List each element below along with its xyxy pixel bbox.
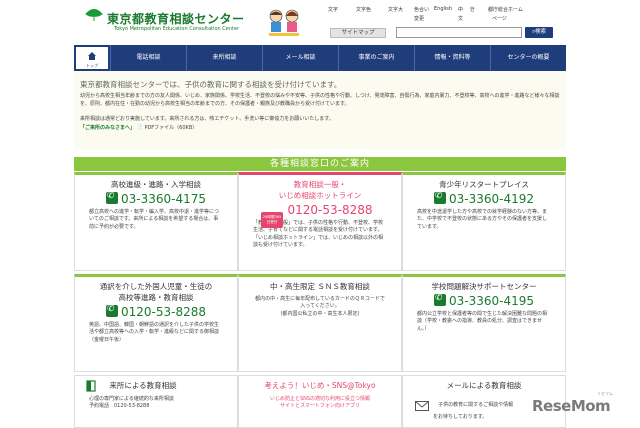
nav-phone-consult[interactable]: 電話相談 (110, 45, 186, 71)
kids-mascot-icon (269, 9, 299, 36)
card-ijime-sns-tokyo[interactable]: 考えよう！いじめ・SNS@Tokyo いじめ防止とSNSの適切な利用に役立つ情報… (238, 375, 402, 428)
card-title: 青少年リスタートプレイス (439, 180, 529, 189)
watermark-small: リセマム (597, 391, 613, 396)
phone-number: 03-3360-4175 (75, 191, 237, 206)
card-visit-consult[interactable]: 来所による教育相談 心理の専門家による継続的な来所相談 予約電話 0120-53… (74, 375, 238, 428)
phone-number: 03-3360-4192 (403, 191, 565, 206)
header: 東京都教育相談センター Tokyo Metropolitan Education… (74, 0, 566, 44)
util-link[interactable]: 色合い (414, 6, 429, 13)
card-text-2: をお待ちしております。 (433, 414, 488, 420)
card-title: 中・高生限定 ＳＮＳ教育相談 (270, 282, 370, 291)
util-link[interactable]: 文 (458, 15, 463, 22)
phone-icon (105, 191, 118, 204)
phone-icon (433, 293, 446, 306)
util-link[interactable]: ページ (492, 15, 507, 22)
sitemap-button[interactable]: サイトマップ (330, 28, 386, 38)
card-title: 学校問題解決サポートセンター (431, 282, 537, 291)
mail-icon (415, 400, 429, 411)
card-text-note: (都内国公私立の中・高生本人限定) (280, 310, 360, 317)
phone-icon (105, 304, 118, 317)
pdf-icon: 📄 (136, 124, 143, 131)
util-link[interactable]: 한 (470, 6, 475, 13)
card-text-phone: 予約電話 0120-53-8288 (89, 403, 150, 410)
nav-about[interactable]: センターの概要 (490, 45, 566, 71)
watermark-logo: ReseMom (532, 397, 611, 415)
card-text: 都内の中・高生に毎年配布しているカードのＱＲコードで入ってください。 (255, 296, 385, 310)
phone-number: 03-3360-4195 (403, 293, 565, 308)
card-foreign-student-consult[interactable]: 通訳を介した外国人児童・生徒の 高校等進路・教育相談 0120-53-8288 … (74, 274, 238, 372)
intro-body: 幼児から高校生相当年齢までの方の友人関係、いじめ、家族関係、学校生活、不登校の悩… (80, 93, 560, 108)
intro-title: 東京都教育相談センターでは、子供の教育に関する相談を受け付けています。 (80, 80, 342, 89)
util-link[interactable]: 文字大 (388, 6, 403, 13)
card-title-row: 来所による教育相談 (75, 376, 237, 392)
util-link[interactable]: English (434, 6, 452, 12)
card-title: 高校進級・進路・入学相談 (111, 180, 201, 189)
util-link[interactable]: 文字 (328, 6, 338, 13)
card-title-line1: 教育相談一般・ (293, 180, 347, 189)
intro-note: 来所相談は通常どおり実施しています。来所される方は、咳エチケット、手洗い等に御協… (80, 115, 334, 122)
card-sns-consult[interactable]: 中・高生限定 ＳＮＳ教育相談 都内の中・高生に毎年配布しているカードのＱＲコード… (238, 274, 402, 372)
card-school-problem-support[interactable]: 学校問題解決サポートセンター 03-3360-4195 都内公立学校と保護者等の… (402, 274, 566, 372)
nav-info-materials[interactable]: 情報・資料等 (414, 45, 490, 71)
phone-number: 0120-53-8288 (75, 304, 237, 319)
intro-pdf-link[interactable]: 「ご来所のみなさまへ」 📄 PDFファイル（60KB） (80, 124, 560, 131)
site-subtitle: Tokyo Metropolitan Education Consultatio… (114, 26, 240, 32)
site-title[interactable]: 東京都教育相談センター (107, 10, 245, 27)
card-general-bullying-hotline[interactable]: 教育相談一般・ いじめ相談ホットライン 24時間365日受付 0120-53-8… (238, 172, 402, 271)
card-text: いじめ防止とSNSの適切な利用に役立つ情報 (269, 396, 371, 402)
card-title-line1: 通訳を介した外国人児童・生徒の (99, 282, 213, 291)
search-input[interactable] (396, 27, 522, 38)
24h-badge: 24時間365日受付 (261, 212, 283, 228)
nav-programs[interactable]: 事業のご案内 (338, 45, 414, 71)
nav-visit-consult[interactable]: 来所相談 (186, 45, 262, 71)
util-link[interactable]: 中 (458, 6, 463, 13)
main-nav: トップ 電話相談 来所相談 メール相談 事業のご案内 情報・資料等 センターの概… (74, 45, 566, 71)
card-title-line2: いじめ相談ホットライン (278, 191, 362, 200)
home-icon (88, 52, 96, 60)
card-title-line2: 高校等進路・教育相談 (118, 293, 194, 302)
nav-home-label: トップ (86, 63, 98, 68)
card-title: 考えよう！いじめ・SNS@Tokyo (264, 381, 376, 390)
util-link[interactable]: 文字色 (356, 6, 371, 13)
card-text: 英語、中国語、韓国・朝鮮語の通訳を介した子供の学校生活や都立高校等への入学・転学… (89, 322, 220, 343)
card-text: 都立高校への進学・転学・編入学、高校中退・進学等についてのご相談です。来所による… (89, 209, 220, 230)
card-text-2: サイトとスマートフォン向けアプリ (280, 403, 360, 410)
util-link[interactable]: 都庁総合ホーム (488, 6, 523, 13)
card-text: 心理の専門家による継続的な来所相談 (89, 396, 174, 402)
section-heading: 各種相談窓口のご案内 (74, 157, 566, 171)
nav-home[interactable]: トップ (74, 45, 110, 71)
card-text: 高校を中途退学した方や高校での就学経験のない方等、また、中学校で不登校の状態にあ… (417, 209, 548, 230)
phone-icon (433, 191, 446, 204)
card-title: メールによる教育相談 (446, 381, 522, 390)
intro-panel: 東京都教育相談センターでは、子供の教育に関する相談を受け付けています。 幼児から… (74, 71, 566, 149)
card-highschool-consult[interactable]: 高校進級・進路・入学相談 03-3360-4175 都立高校への進学・転学・編入… (74, 172, 238, 271)
search-button[interactable]: ⌕検索 (525, 27, 553, 38)
nav-mail-consult[interactable]: メール相談 (262, 45, 338, 71)
page: 東京都教育相談センター Tokyo Metropolitan Education… (74, 0, 566, 428)
door-icon (86, 380, 96, 392)
ginkgo-leaf-icon (85, 9, 103, 21)
card-restart-place[interactable]: 青少年リスタートプレイス 03-3360-4192 高校を中途退学した方や高校で… (402, 172, 566, 271)
card-text: 都内公立学校と保護者等の間で生じた解決困難な問題の相談（学校・教委への指導、教員… (417, 311, 548, 332)
util-link[interactable]: 変更 (414, 15, 424, 22)
